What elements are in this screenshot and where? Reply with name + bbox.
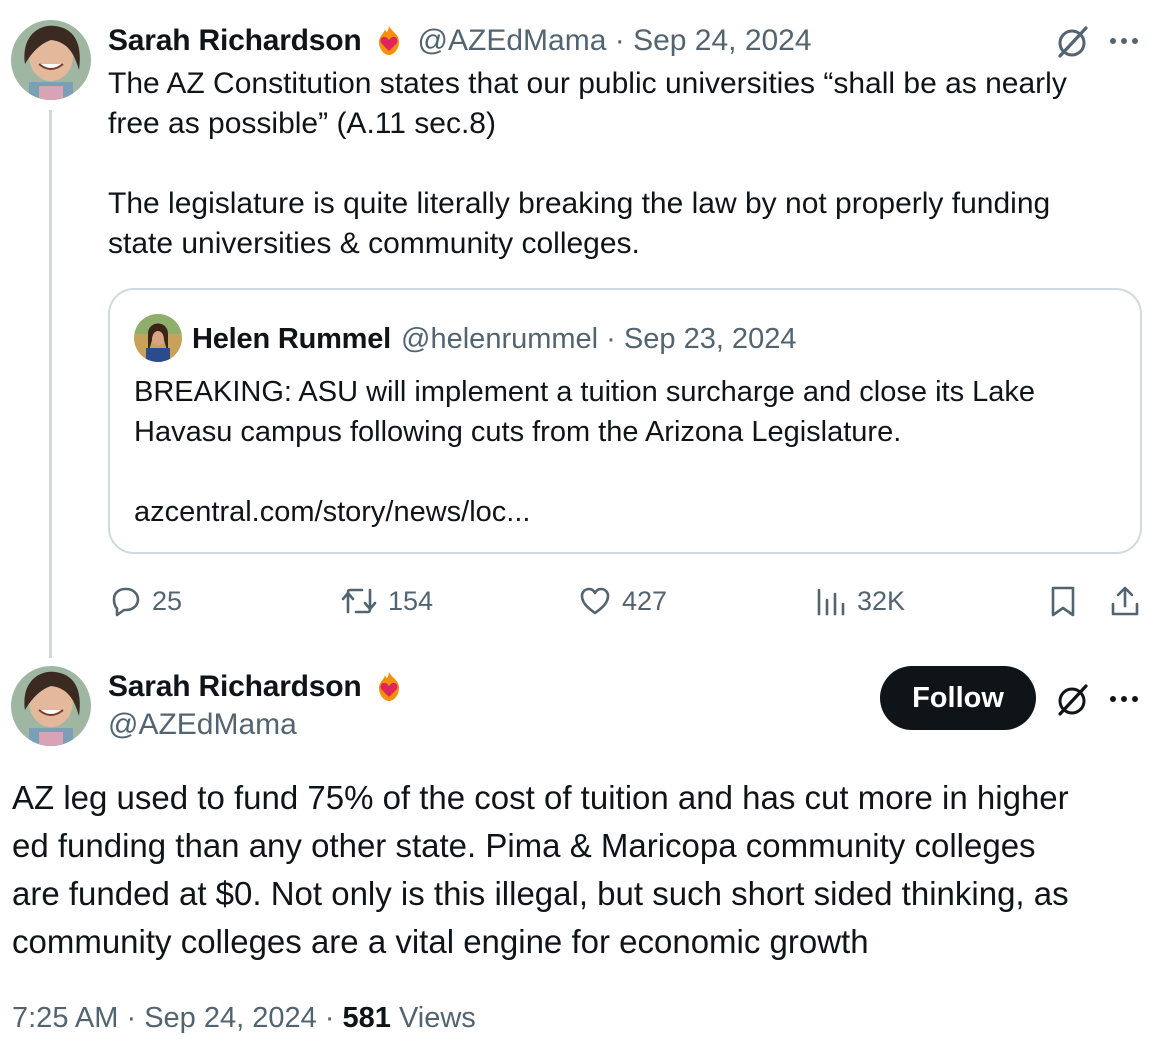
heart-fire-badge-icon: [372, 24, 406, 58]
tweet-header: Sarah Richardson: [108, 668, 406, 706]
thread-connector-line: [49, 110, 52, 658]
quoted-header: Helen Rummel @helenrummel · Sep 23, 2024: [192, 320, 796, 358]
tweet-date[interactable]: Sep 24, 2024: [144, 1002, 317, 1034]
views-count: 581: [342, 1002, 391, 1034]
quoted-body: BREAKING: ASU will implement a tuition s…: [134, 372, 1124, 532]
share-icon[interactable]: [1108, 584, 1142, 618]
author-name[interactable]: Sarah Richardson: [108, 670, 362, 704]
bookmark-icon[interactable]: [1046, 584, 1080, 618]
tweet-body-line: free as possible” (A.11 sec.8): [108, 107, 496, 140]
separator-dot: ·: [118, 1002, 145, 1034]
tweet-metadata: 7:25 AM · Sep 24, 2024 · 581 Views: [12, 1002, 476, 1035]
author-handle[interactable]: @AZEdMama: [418, 24, 607, 58]
reply-count: 25: [152, 585, 183, 616]
views-label: Views: [390, 1002, 476, 1034]
tweet-body-line: are funded at $0. Not only is this illeg…: [12, 875, 1069, 912]
more-icon[interactable]: [1104, 682, 1144, 716]
quoted-link[interactable]: azcentral.com/story/news/loc...: [134, 492, 1124, 532]
follow-button[interactable]: Follow: [880, 666, 1036, 730]
grok-icon[interactable]: [1052, 680, 1092, 720]
separator-dot: ·: [316, 1002, 343, 1034]
quoted-body-line: BREAKING: ASU will implement a tuition s…: [134, 376, 1036, 408]
tweet-header: Sarah Richardson @AZEdMama · Sep 24, 202…: [108, 22, 812, 60]
repost-count: 154: [388, 585, 434, 616]
author-handle[interactable]: @AZEdMama: [108, 708, 297, 742]
quoted-author-handle[interactable]: @helenrummel: [401, 323, 598, 356]
tweet-body-line: The legislature is quite literally break…: [108, 187, 1051, 220]
views-button[interactable]: 32K: [815, 584, 905, 618]
like-count: 427: [622, 585, 668, 616]
tweet-body-line: community colleges are a vital engine fo…: [12, 923, 869, 960]
separator-dot: ·: [598, 322, 624, 355]
tweet-date[interactable]: Sep 24, 2024: [633, 24, 812, 58]
like-button[interactable]: 427: [578, 584, 667, 618]
reply-icon: [112, 587, 140, 617]
tweet-body: The AZ Constitution states that our publ…: [108, 64, 1138, 264]
more-icon[interactable]: [1104, 24, 1144, 58]
tweet-body-line: ed funding than any other state. Pima & …: [12, 827, 1036, 864]
grok-icon[interactable]: [1052, 22, 1092, 62]
quoted-author-name[interactable]: Helen Rummel: [192, 323, 391, 356]
tweet-body-line: AZ leg used to fund 75% of the cost of t…: [12, 779, 1069, 816]
reply-button[interactable]: 25: [108, 584, 182, 618]
like-icon: [580, 587, 610, 615]
separator-dot: ·: [606, 24, 634, 57]
avatar[interactable]: [11, 666, 91, 746]
tweet-time[interactable]: 7:25 AM: [12, 1002, 118, 1034]
tweet-body-line: The AZ Constitution states that our publ…: [108, 67, 1067, 100]
repost-button[interactable]: 154: [340, 584, 433, 618]
quoted-body-line: Havasu campus following cuts from the Ar…: [134, 416, 902, 448]
author-name[interactable]: Sarah Richardson: [108, 24, 362, 58]
tweet-body: AZ leg used to fund 75% of the cost of t…: [12, 774, 1152, 966]
quoted-tweet-card[interactable]: Helen Rummel @helenrummel · Sep 23, 2024…: [108, 288, 1142, 554]
views-icon: [817, 588, 845, 616]
tweet-body-line: [108, 144, 1138, 184]
heart-fire-badge-icon: [372, 670, 406, 704]
tweet-body-line: state universities & community colleges.: [108, 227, 640, 260]
quoted-date[interactable]: Sep 23, 2024: [624, 323, 797, 356]
views-count: 32K: [857, 585, 906, 616]
avatar[interactable]: [11, 20, 91, 100]
quoted-avatar[interactable]: [134, 314, 182, 362]
repost-icon: [341, 588, 377, 614]
